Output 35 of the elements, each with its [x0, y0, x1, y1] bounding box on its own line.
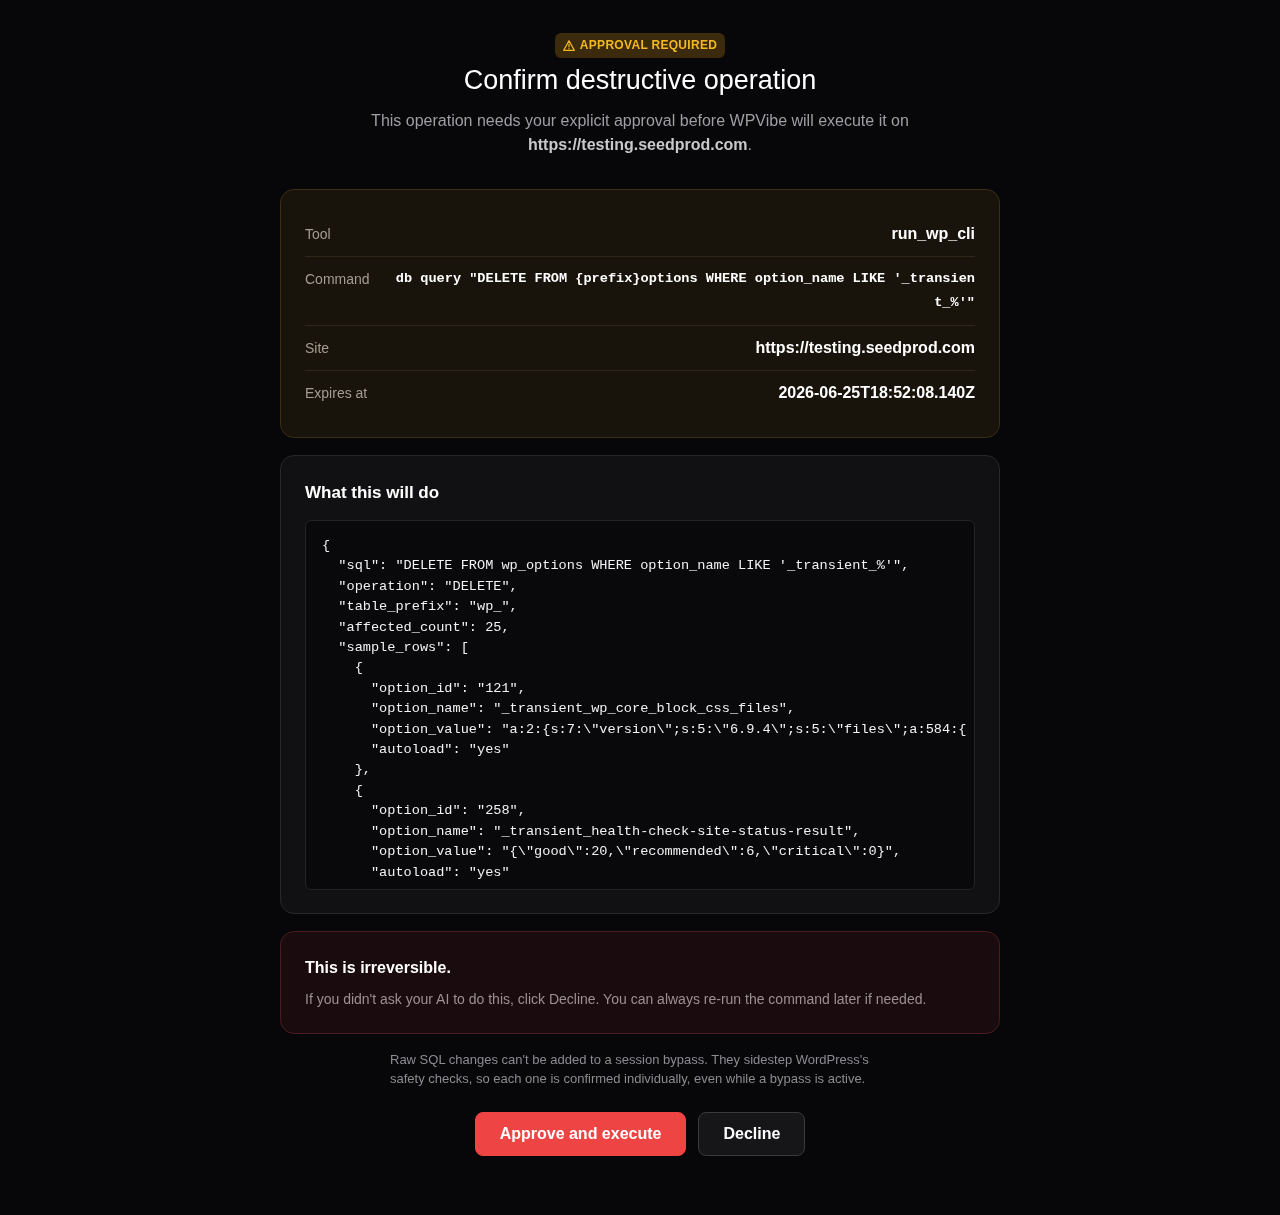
field-value: https://testing.seedprod.com	[755, 338, 975, 358]
code-line: {	[353, 659, 363, 678]
field-label: Command	[305, 270, 370, 289]
section-heading: What this will do	[305, 482, 441, 504]
field-label: Expires at	[305, 384, 368, 403]
page-title: Confirm destructive operation	[462, 64, 818, 96]
code-line: "option_value": "a:2:{s:7:\"version\";s:5:\"6.9.4\";s:5:\"files\";a:584:{	[369, 720, 967, 739]
decline-button[interactable]: Decline	[698, 1111, 806, 1156]
field-label: Tool	[305, 225, 331, 244]
badge-label: APPROVAL REQUIRED	[579, 37, 718, 54]
field-value: 2026-06-25T18:52:08.140Z	[778, 383, 975, 403]
code-line: },	[353, 761, 371, 780]
warning-heading: This is irreversible.	[305, 957, 452, 978]
code-line: {	[353, 781, 363, 800]
code-line: "operation": "DELETE",	[337, 577, 518, 596]
code-line: "sql": "DELETE FROM wp_options WHERE option_name LIKE '_transient_%'",	[337, 557, 910, 576]
warning-icon	[562, 40, 575, 51]
field-value: db query "DELETE FROM {prefix}options WHERE option_name LIKE '_transient_%'"	[394, 270, 975, 312]
subtitle-text: This operation needs your explicit approval before WPVibe will execute it on https://testing.seedprod.com.	[370, 111, 910, 155]
code-line: "option_id": "121",	[369, 679, 526, 698]
code-line: "affected_count": 25,	[337, 618, 510, 637]
code-line: "option_value": "{\"good\":20,\"recommended\":6,\"critical\":0}",	[369, 843, 902, 862]
bypass-note: Raw SQL changes can't be added to a session bypass. They sidestep WordPress's safety checks, so each one is confirmed individually, even while a bypass is active.	[390, 1050, 870, 1088]
code-line: {	[322, 537, 331, 555]
field-label: Site	[305, 339, 330, 358]
code-line: "table_prefix": "wp_",	[337, 598, 518, 617]
code-line: "autoload": "yes"	[369, 863, 510, 882]
approve-button[interactable]: Approve and execute	[474, 1111, 687, 1156]
code-line: "sample_rows": [	[337, 639, 469, 658]
field-value: run_wp_cli	[891, 224, 975, 244]
code-line: "autoload": "yes"	[369, 741, 510, 760]
warning-text: If you didn't ask your AI to do this, click Decline. You can always re-run the command later if needed.	[305, 989, 928, 1009]
code-line: "option_id": "258",	[369, 802, 526, 821]
code-line: "option_name": "_transient_wp_core_block_css_files",	[369, 700, 796, 719]
code-line: "option_name": "_transient_health-check-site-status-result",	[369, 822, 861, 841]
